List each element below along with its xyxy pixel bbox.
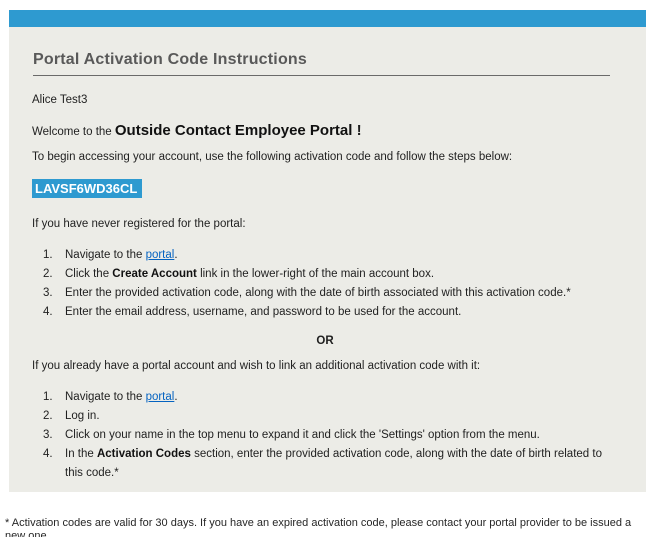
list-item: 3. Enter the provided activation code, a… bbox=[32, 284, 618, 303]
step-number: 4. bbox=[43, 303, 58, 322]
existing-account-steps: 1. Navigate to the portal. 2. Log in. 3.… bbox=[32, 386, 618, 483]
list-item: 3. Click on your name in the top menu to… bbox=[32, 426, 618, 445]
intro-paragraph: To begin accessing your account, use the… bbox=[32, 150, 618, 164]
welcome-prefix: Welcome to the bbox=[32, 126, 115, 138]
step-text: Click on your name in the top menu to ex… bbox=[65, 426, 540, 445]
or-separator: OR bbox=[32, 335, 618, 347]
step-text: Enter the provided activation code, alon… bbox=[65, 284, 571, 303]
step-number: 1. bbox=[43, 388, 58, 407]
step-text-segment: . bbox=[174, 391, 177, 403]
step-text: Log in. bbox=[65, 407, 100, 426]
list-item: 1. Navigate to the portal. bbox=[32, 246, 618, 265]
email-content-box: Portal Activation Code Instructions Alic… bbox=[9, 27, 646, 492]
step-text-segment: Click the bbox=[65, 268, 112, 280]
new-account-steps: 1. Navigate to the portal. 2. Click the … bbox=[32, 244, 618, 322]
step-number: 3. bbox=[43, 284, 58, 303]
step-text-segment: link in the lower-right of the main acco… bbox=[197, 268, 434, 280]
portal-link[interactable]: portal bbox=[146, 391, 175, 403]
step-text-segment: Navigate to the bbox=[65, 249, 146, 261]
list-item: 2. Click the Create Account link in the … bbox=[32, 265, 618, 284]
welcome-suffix: ! bbox=[352, 122, 361, 139]
activation-code-row: LAVSF6WD36CL bbox=[32, 179, 618, 218]
step-text: Navigate to the portal. bbox=[65, 246, 178, 265]
step-number: 3. bbox=[43, 426, 58, 445]
step-text: Click the Create Account link in the low… bbox=[65, 265, 434, 284]
step-text-segment: In the bbox=[65, 448, 97, 460]
page-title: Portal Activation Code Instructions bbox=[33, 51, 618, 69]
portal-link[interactable]: portal bbox=[146, 249, 175, 261]
accent-top-bar bbox=[9, 10, 646, 27]
step-text: In the Activation Codes section, enter t… bbox=[65, 445, 618, 483]
step-text-segment: . bbox=[174, 249, 177, 261]
existing-account-section-heading: If you already have a portal account and… bbox=[32, 360, 618, 372]
email-page: Portal Activation Code Instructions Alic… bbox=[0, 0, 652, 537]
welcome-line: Welcome to the Outside Contact Employee … bbox=[32, 122, 618, 139]
step-number: 2. bbox=[43, 407, 58, 426]
step-text: Enter the email address, username, and p… bbox=[65, 303, 461, 322]
activation-codes-emphasis: Activation Codes bbox=[97, 448, 191, 460]
list-item: 2. Log in. bbox=[32, 407, 618, 426]
activation-code: LAVSF6WD36CL bbox=[32, 179, 142, 198]
step-number: 1. bbox=[43, 246, 58, 265]
recipient-name: Alice Test3 bbox=[32, 93, 618, 107]
list-item: 4. Enter the email address, username, an… bbox=[32, 303, 618, 322]
title-divider bbox=[33, 75, 610, 76]
list-item: 1. Navigate to the portal. bbox=[32, 388, 618, 407]
step-number: 4. bbox=[43, 445, 58, 483]
step-text: Navigate to the portal. bbox=[65, 388, 178, 407]
create-account-emphasis: Create Account bbox=[112, 268, 197, 280]
new-account-section-heading: If you have never registered for the por… bbox=[32, 218, 618, 230]
step-text-segment: Navigate to the bbox=[65, 391, 146, 403]
footnote: * Activation codes are valid for 30 days… bbox=[5, 517, 645, 537]
portal-name: Outside Contact Employee Portal bbox=[115, 122, 353, 139]
list-item: 4. In the Activation Codes section, ente… bbox=[32, 445, 618, 483]
step-number: 2. bbox=[43, 265, 58, 284]
